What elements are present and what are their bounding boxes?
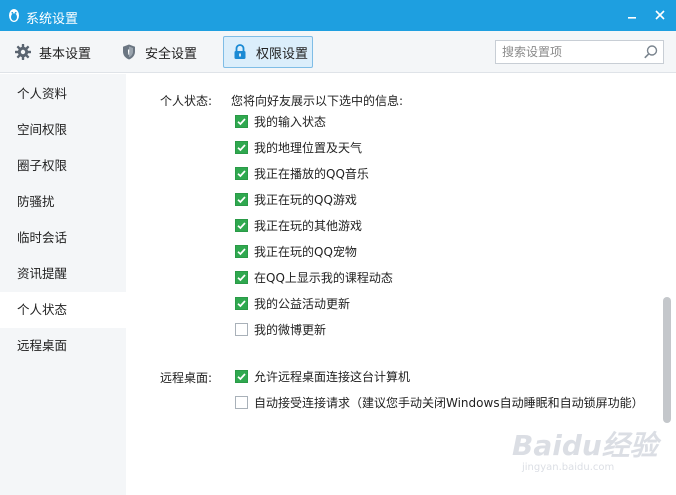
sidebar-item-remote-desktop[interactable]: 远程桌面 (0, 328, 126, 364)
checkbox-checked-icon[interactable] (235, 218, 248, 232)
checkbox-checked-icon[interactable] (235, 270, 248, 284)
personal-status-label: 个人状态: (160, 94, 213, 108)
checkbox-checked-icon[interactable] (235, 244, 248, 258)
sidebar-item-space-permission[interactable]: 空间权限 (0, 112, 126, 148)
checkbox-label: 我的地理位置及天气 (254, 140, 363, 155)
checkbox-qq-pet[interactable]: 我正在玩的QQ宠物 (235, 242, 357, 260)
content-scrollbar-track[interactable] (660, 74, 676, 495)
checkbox-unchecked-icon[interactable] (235, 322, 248, 336)
checkbox-weibo-update[interactable]: 我的微博更新 (235, 320, 326, 338)
tab-basic-settings[interactable]: 基本设置 (14, 36, 91, 68)
lock-icon (231, 43, 249, 61)
checkbox-checked-icon[interactable] (235, 166, 248, 180)
search-icon[interactable] (643, 44, 659, 60)
checkbox-unchecked-icon[interactable] (235, 395, 248, 409)
checkbox-checked-icon[interactable] (235, 192, 248, 206)
checkbox-qq-game[interactable]: 我正在玩的QQ游戏 (235, 190, 357, 208)
settings-sidebar: 个人资料 空间权限 圈子权限 防骚扰 临时会话 资讯提醒 个人状态 远程桌面 (0, 74, 126, 495)
checkbox-course-activity[interactable]: 在QQ上显示我的课程动态 (235, 268, 393, 286)
sidebar-item-anti-harassment[interactable]: 防骚扰 (0, 184, 126, 220)
svg-text:!: ! (127, 49, 130, 57)
search-box[interactable] (495, 40, 664, 64)
title-bar: 系统设置 (0, 0, 676, 31)
checkbox-checked-icon[interactable] (235, 296, 248, 310)
checkbox-checked-icon[interactable] (235, 114, 248, 128)
tab-label: 基本设置 (39, 46, 92, 62)
sidebar-item-personal-info[interactable]: 个人资料 (0, 76, 126, 112)
content-scrollbar-thumb[interactable] (663, 297, 671, 423)
checkbox-label: 我的公益活动更新 (254, 296, 351, 311)
tab-security-settings[interactable]: ! 安全设置 (120, 36, 197, 68)
checkbox-label: 我正在玩的QQ宠物 (254, 244, 357, 259)
tab-label: 权限设置 (256, 46, 309, 62)
checkbox-other-game[interactable]: 我正在玩的其他游戏 (235, 216, 362, 234)
window-title: 系统设置 (26, 12, 79, 27)
checkbox-allow-remote-desktop[interactable]: 允许远程桌面连接这台计算机 (235, 367, 410, 385)
checkbox-charity-update[interactable]: 我的公益活动更新 (235, 294, 350, 312)
checkbox-location-weather[interactable]: 我的地理位置及天气 (235, 138, 362, 156)
checkbox-label: 我的输入状态 (254, 114, 327, 129)
sidebar-item-personal-status[interactable]: 个人状态 (0, 292, 126, 328)
checkbox-checked-icon[interactable] (235, 369, 248, 383)
shield-icon: ! (120, 43, 138, 61)
tab-label: 安全设置 (145, 46, 198, 62)
checkbox-auto-accept-connection[interactable]: 自动接受连接请求（建议您手动关闭Windows自动睡眠和自动锁屏功能） (235, 393, 644, 411)
checkbox-label: 我正在播放的QQ音乐 (254, 166, 369, 181)
search-input[interactable] (502, 43, 640, 61)
checkbox-qq-music[interactable]: 我正在播放的QQ音乐 (235, 164, 369, 182)
checkbox-label: 在QQ上显示我的课程动态 (254, 270, 393, 285)
qq-penguin-icon (6, 7, 22, 23)
checkbox-label: 我正在玩的其他游戏 (254, 218, 363, 233)
checkbox-label: 自动接受连接请求（建议您手动关闭Windows自动睡眠和自动锁屏功能） (254, 395, 644, 410)
sidebar-item-temp-session[interactable]: 临时会话 (0, 220, 126, 256)
checkbox-label: 允许远程桌面连接这台计算机 (254, 369, 411, 384)
checkbox-checked-icon[interactable] (235, 140, 248, 154)
gear-icon (14, 43, 32, 61)
personal-status-description: 您将向好友展示以下选中的信息: (231, 94, 404, 108)
sidebar-item-circle-permission[interactable]: 圈子权限 (0, 148, 126, 184)
settings-content: 个人状态: 您将向好友展示以下选中的信息: 我的输入状态 我的地理位置及天气 我… (126, 74, 660, 495)
checkbox-label: 我正在玩的QQ游戏 (254, 192, 357, 207)
checkbox-label: 我的微博更新 (254, 322, 327, 337)
settings-toolbar: 基本设置 ! 安全设置 权限设置 (0, 31, 676, 73)
tab-permission-settings[interactable]: 权限设置 (223, 36, 313, 68)
close-button[interactable] (648, 4, 672, 26)
remote-desktop-label: 远程桌面: (160, 371, 213, 385)
minimize-button[interactable] (620, 4, 644, 26)
sidebar-item-news-reminder[interactable]: 资讯提醒 (0, 256, 126, 292)
checkbox-input-status[interactable]: 我的输入状态 (235, 112, 326, 130)
